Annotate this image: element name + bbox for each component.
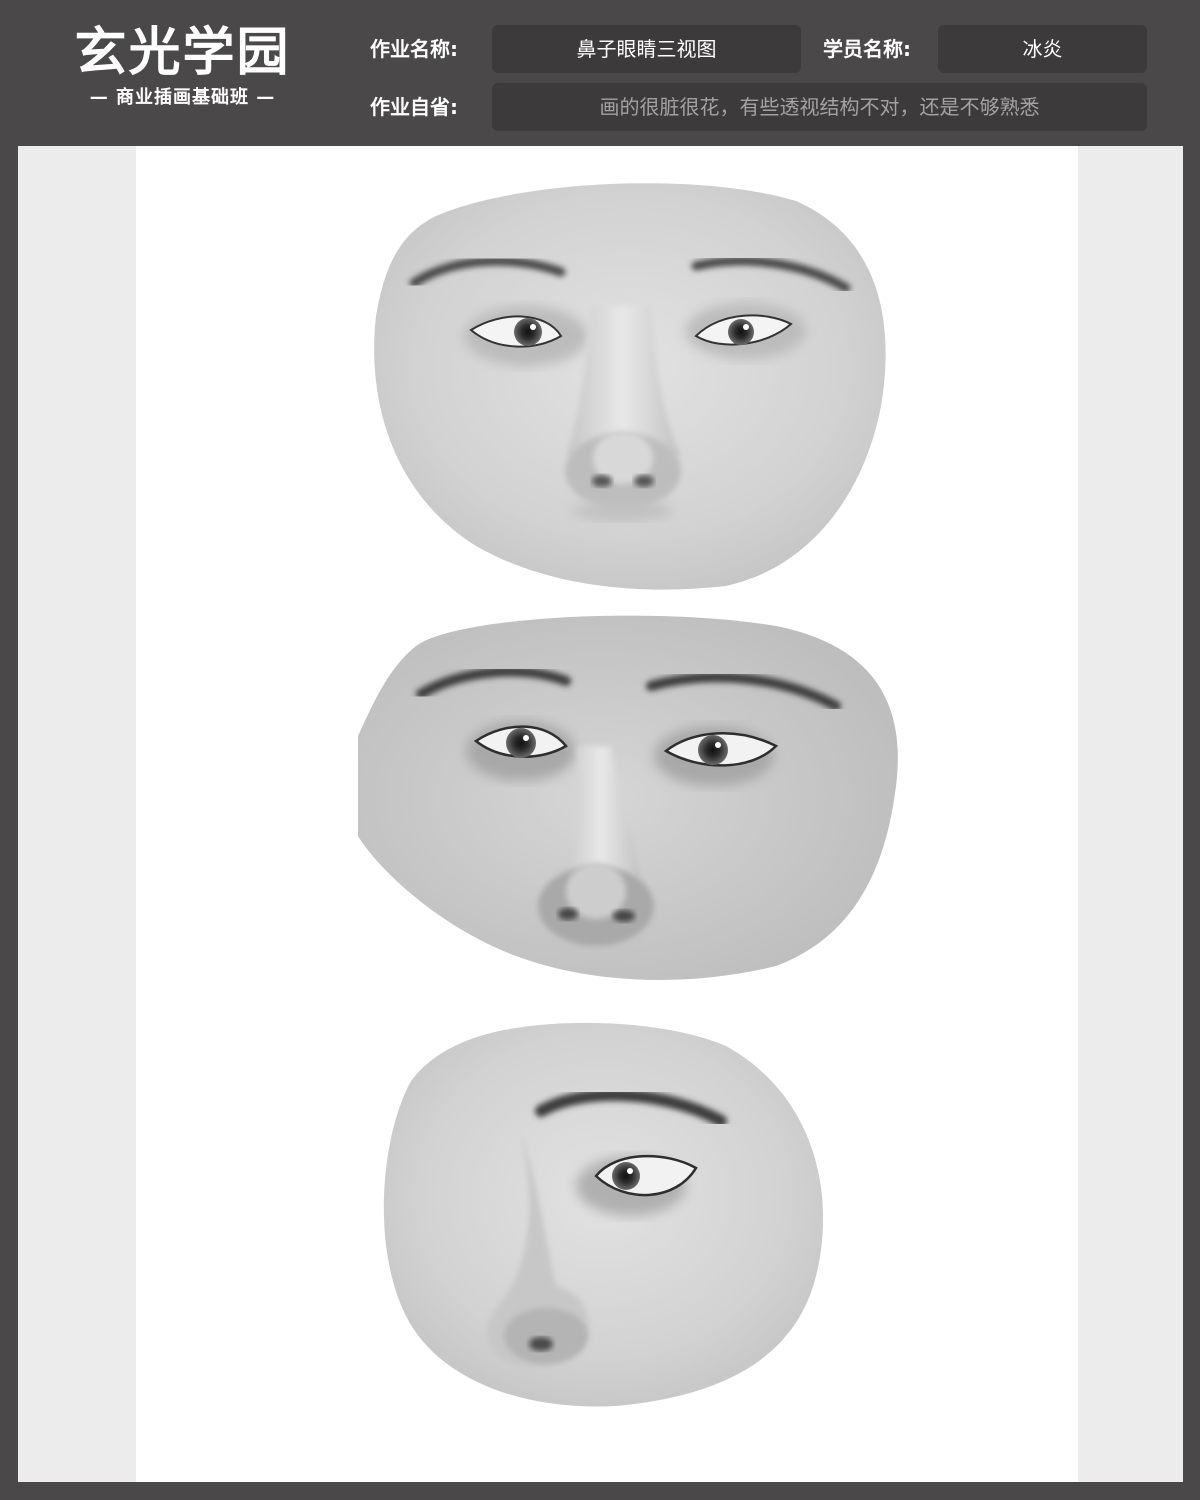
student-name-label: 学员名称:: [823, 37, 911, 61]
self-review-label: 作业自省:: [370, 95, 458, 119]
front-view: [374, 183, 886, 590]
artwork-canvas: [136, 146, 1078, 1482]
side-view: [383, 1022, 824, 1407]
artwork-frame: [18, 146, 1183, 1482]
logo-subtitle: — 商业插画基础班 —: [89, 87, 276, 108]
logo-title: 玄光学园: [74, 22, 291, 83]
artwork-illustration: [358, 183, 898, 1407]
header: 玄光学园 — 商业插画基础班 — 作业名称: 鼻子眼睛三视图 学员名称: 冰炎 …: [0, 0, 1200, 146]
self-review-value: 画的很脏很花，有些透视结构不对，还是不够熟悉: [492, 83, 1147, 131]
homework-name-value: 鼻子眼睛三视图: [492, 25, 801, 73]
student-name-value: 冰炎: [938, 25, 1147, 73]
homework-name-label: 作业名称:: [370, 37, 458, 61]
logo: 玄光学园 — 商业插画基础班 —: [60, 22, 305, 110]
three-quarter-view: [358, 615, 898, 980]
